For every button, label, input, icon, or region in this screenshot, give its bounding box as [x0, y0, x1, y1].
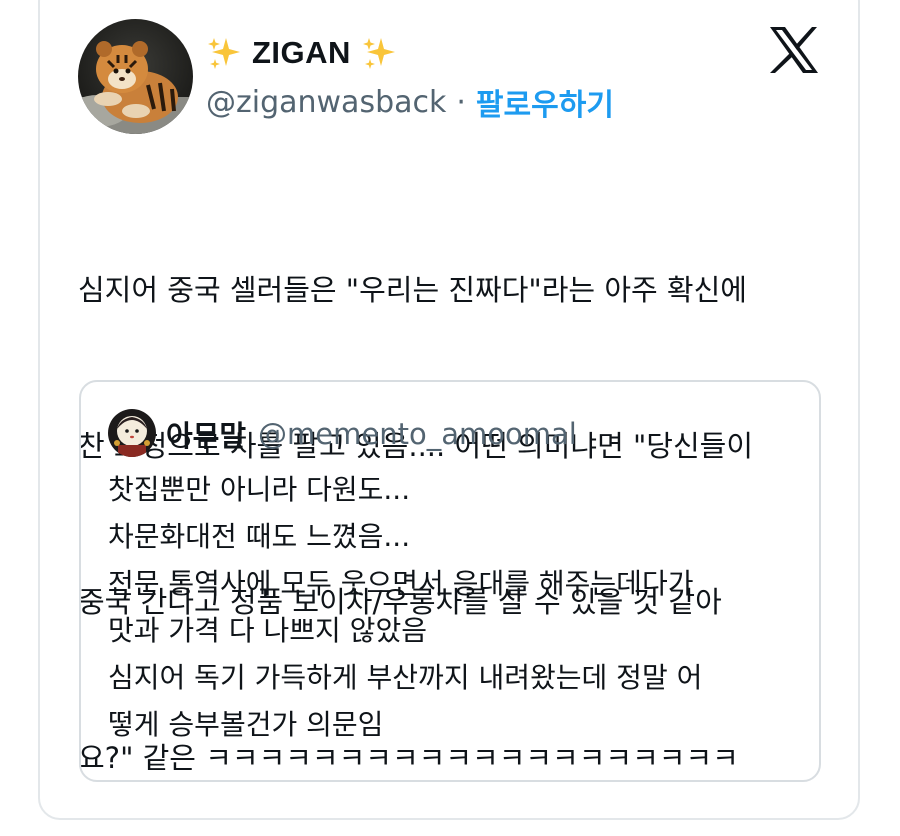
- sparkles-icon: [362, 38, 395, 69]
- author-name-row[interactable]: ZIGAN: [206, 30, 397, 76]
- quoted-author-row[interactable]: 아무말 @memento_amoomal: [166, 412, 577, 456]
- quoted-display-name[interactable]: 아무말: [166, 413, 246, 455]
- quoted-text-line: 심지어 독기 가득하게 부산까지 내려왔는데 정말 어: [108, 661, 703, 694]
- follow-button[interactable]: 팔로우하기: [476, 80, 614, 124]
- x-logo-icon[interactable]: [768, 26, 820, 74]
- quoted-text-line: 떻게 승부볼건가 의문임: [108, 708, 384, 741]
- sparkles-icon: [208, 38, 240, 69]
- separator-dot: ·: [456, 84, 466, 120]
- quoted-author-avatar[interactable]: [108, 409, 156, 457]
- author-handle-row: @ziganwasback · 팔로우하기: [206, 80, 614, 124]
- quoted-text-line: 맛과 가격 다 나쁘지 않았음: [108, 614, 427, 647]
- quoted-text-line: 찻집뿐만 아니라 다원도...: [108, 473, 411, 506]
- quoted-handle[interactable]: @memento_amoomal: [258, 417, 577, 451]
- quoted-text-line: 차문화대전 때도 느꼈음...: [108, 520, 411, 553]
- quoted-text-line: 전문 통역사에 모두 웃으면서 응대를 해주는데다가: [108, 567, 694, 600]
- quoted-tweet-body: 찻집뿐만 아니라 다원도... 차문화대전 때도 느꼈음... 전문 통역사에 …: [108, 466, 808, 748]
- author-handle[interactable]: @ziganwasback: [206, 85, 446, 120]
- tweet-text-line: 심지어 중국 셀러들은 "우리는 진짜다"라는 아주 확신에: [78, 273, 747, 307]
- doll-avatar: [108, 409, 156, 457]
- author-avatar[interactable]: [78, 19, 193, 134]
- author-display-name[interactable]: ZIGAN: [252, 35, 351, 71]
- tiger-cub-avatar: [78, 19, 193, 134]
